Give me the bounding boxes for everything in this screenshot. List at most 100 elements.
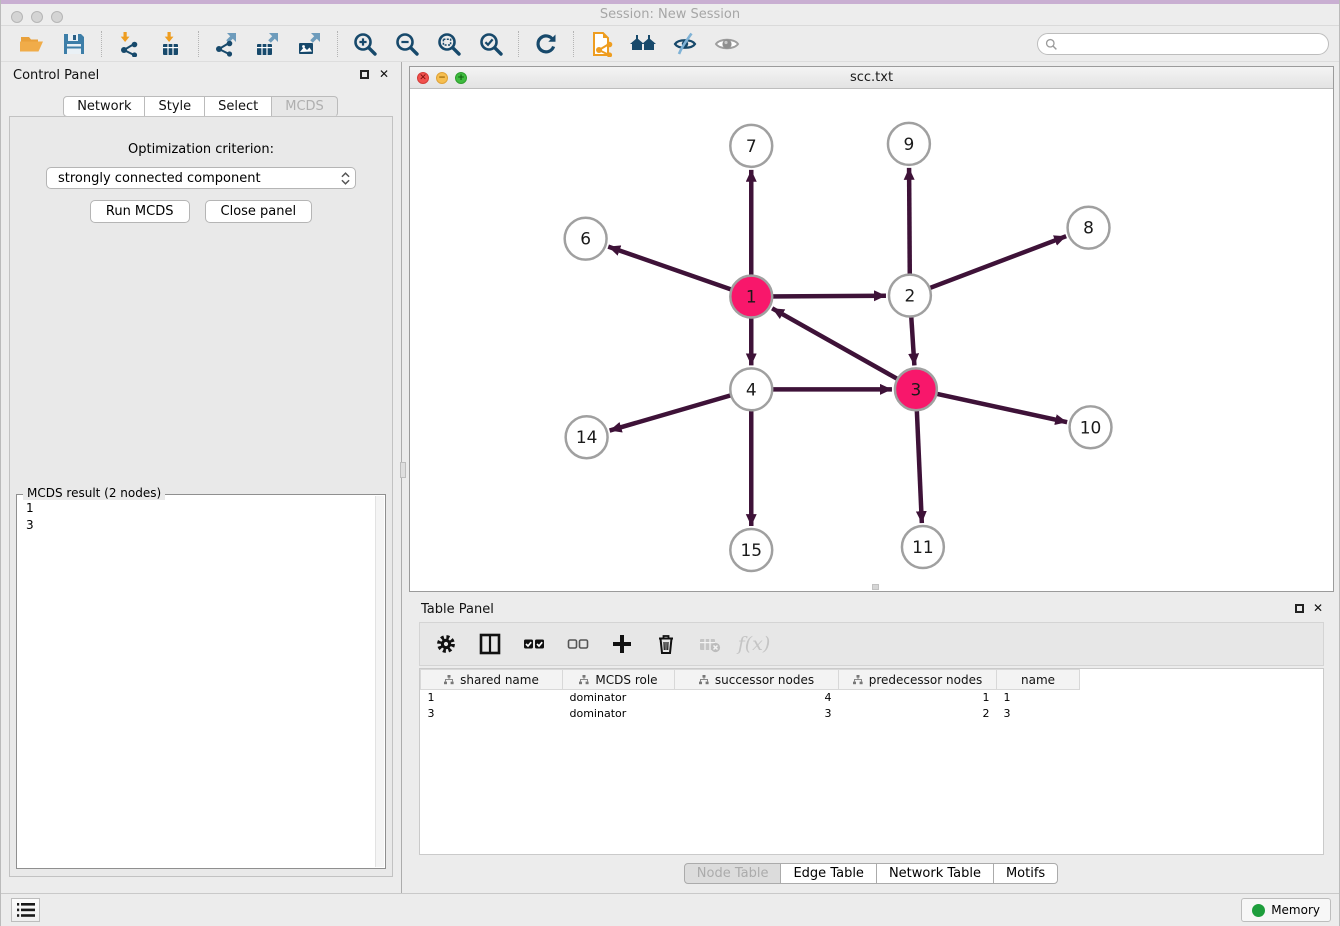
export-network-icon[interactable] (212, 30, 240, 58)
zoom-out-icon[interactable] (393, 30, 421, 58)
graph-node-11[interactable]: 11 (902, 526, 944, 568)
table-cell[interactable]: 3 (997, 706, 1080, 722)
memory-button[interactable]: Memory (1241, 898, 1331, 922)
table-panel: Table Panel ✕ f(x) shared nameMCDS roles… (409, 596, 1334, 893)
network-maximize-icon[interactable]: + (455, 72, 467, 84)
graph-node-3[interactable]: 3 (895, 368, 937, 410)
task-history-button[interactable] (11, 898, 40, 922)
zoom-selected-icon[interactable] (477, 30, 505, 58)
memory-status-icon (1252, 904, 1265, 917)
graph-node-4[interactable]: 4 (730, 368, 772, 410)
tab-select[interactable]: Select (204, 96, 272, 117)
deselect-all-icon[interactable] (566, 632, 590, 656)
table-row[interactable]: 1dominator411 (421, 690, 1080, 706)
search-input[interactable] (1063, 37, 1321, 51)
network-view-titlebar[interactable]: ✕ − + scc.txt (410, 67, 1333, 89)
import-table-icon[interactable] (157, 30, 185, 58)
mcds-panel: Optimization criterion: strongly connect… (9, 116, 393, 877)
maximize-window-icon[interactable] (51, 11, 63, 23)
tab-node-table[interactable]: Node Table (684, 863, 782, 884)
mcds-result-box[interactable]: MCDS result (2 nodes) 13 (16, 494, 386, 869)
graph-edge-3-10[interactable] (916, 389, 1067, 422)
result-scrollbar[interactable] (375, 496, 384, 867)
graph-node-6[interactable]: 6 (565, 218, 607, 260)
new-network-from-selection-icon[interactable] (587, 30, 615, 58)
network-close-icon[interactable]: ✕ (417, 72, 429, 84)
svg-text:1: 1 (746, 287, 757, 307)
window-title: Session: New Session (1, 4, 1339, 26)
graph-node-9[interactable]: 9 (888, 123, 930, 165)
graph-node-2[interactable]: 2 (889, 275, 931, 317)
gear-icon[interactable] (434, 632, 458, 656)
tab-network-table[interactable]: Network Table (876, 863, 994, 884)
table-float-icon[interactable] (1295, 604, 1304, 613)
graph-edge-3-1[interactable] (772, 308, 916, 389)
network-view-window: ✕ − + scc.txt 7 9 6 8 1 2 4 3 14 10 15 11 (409, 66, 1334, 592)
tab-network[interactable]: Network (63, 96, 145, 117)
minimize-window-icon[interactable] (31, 11, 43, 23)
svg-text:14: 14 (576, 427, 598, 447)
apply-layout-icon[interactable] (532, 30, 560, 58)
panel-splitter[interactable] (401, 62, 405, 893)
hide-selected-icon[interactable] (671, 30, 699, 58)
graph-node-14[interactable]: 14 (566, 416, 608, 458)
splitter-grip-icon[interactable] (400, 462, 406, 478)
svg-text:8: 8 (1083, 218, 1094, 238)
zoom-fit-icon[interactable] (435, 30, 463, 58)
table-toolbar: f(x) (419, 622, 1324, 666)
column-header-predecessor-nodes[interactable]: predecessor nodes (839, 670, 997, 690)
tab-style[interactable]: Style (144, 96, 205, 117)
run-mcds-button[interactable]: Run MCDS (90, 200, 190, 223)
import-network-icon[interactable] (115, 30, 143, 58)
export-table-icon[interactable] (254, 30, 282, 58)
graphics-details-icon[interactable] (713, 30, 741, 58)
select-all-icon[interactable] (522, 632, 546, 656)
graph-edge-2-8[interactable] (910, 236, 1066, 295)
graph-node-8[interactable]: 8 (1068, 207, 1110, 249)
control-panel-title: Control Panel (13, 68, 99, 83)
table-cell[interactable]: dominator (563, 690, 675, 706)
table-close-icon[interactable]: ✕ (1313, 601, 1323, 615)
close-panel-button[interactable]: Close panel (205, 200, 313, 223)
delete-column-icon[interactable] (654, 632, 678, 656)
memory-label: Memory (1271, 903, 1320, 917)
table-cell[interactable]: 1 (421, 690, 563, 706)
table-cell[interactable]: dominator (563, 706, 675, 722)
search-box[interactable] (1037, 33, 1329, 55)
graph-node-1[interactable]: 1 (730, 276, 772, 318)
network-canvas[interactable]: 7 9 6 8 1 2 4 3 14 10 15 11 (410, 89, 1333, 591)
first-neighbors-icon[interactable] (629, 30, 657, 58)
graph-node-7[interactable]: 7 (730, 125, 772, 167)
tab-motifs[interactable]: Motifs (993, 863, 1058, 884)
table-cell[interactable]: 1 (997, 690, 1080, 706)
table-cell[interactable]: 2 (839, 706, 997, 722)
table-cell[interactable]: 1 (839, 690, 997, 706)
close-window-icon[interactable] (11, 11, 23, 23)
svg-text:11: 11 (912, 537, 934, 557)
split-column-icon[interactable] (478, 632, 502, 656)
add-column-icon[interactable] (610, 632, 634, 656)
open-file-icon[interactable] (18, 30, 46, 58)
float-panel-icon[interactable] (360, 70, 369, 79)
optimization-criterion-select[interactable]: strongly connected component (46, 167, 356, 189)
column-header-shared-name[interactable]: shared name (421, 670, 563, 690)
column-header-MCDS-role[interactable]: MCDS role (563, 670, 675, 690)
tab-edge-table[interactable]: Edge Table (780, 863, 876, 884)
graph-edge-1-6[interactable] (608, 247, 751, 297)
table-cell[interactable]: 3 (675, 706, 839, 722)
graph-node-10[interactable]: 10 (1070, 406, 1112, 448)
close-panel-icon[interactable]: ✕ (379, 67, 389, 81)
export-image-icon[interactable] (296, 30, 324, 58)
table-cell[interactable]: 4 (675, 690, 839, 706)
table-row[interactable]: 3dominator323 (421, 706, 1080, 722)
network-resize-grip[interactable] (872, 584, 879, 590)
graph-node-15[interactable]: 15 (730, 529, 772, 571)
column-header-successor-nodes[interactable]: successor nodes (675, 670, 839, 690)
save-session-icon[interactable] (60, 30, 88, 58)
column-header-name[interactable]: name (997, 670, 1080, 690)
node-table: shared nameMCDS rolesuccessor nodesprede… (420, 669, 1080, 722)
zoom-in-icon[interactable] (351, 30, 379, 58)
table-cell[interactable]: 3 (421, 706, 563, 722)
tab-mcds[interactable]: MCDS (271, 96, 338, 117)
network-minimize-icon[interactable]: − (436, 72, 448, 84)
